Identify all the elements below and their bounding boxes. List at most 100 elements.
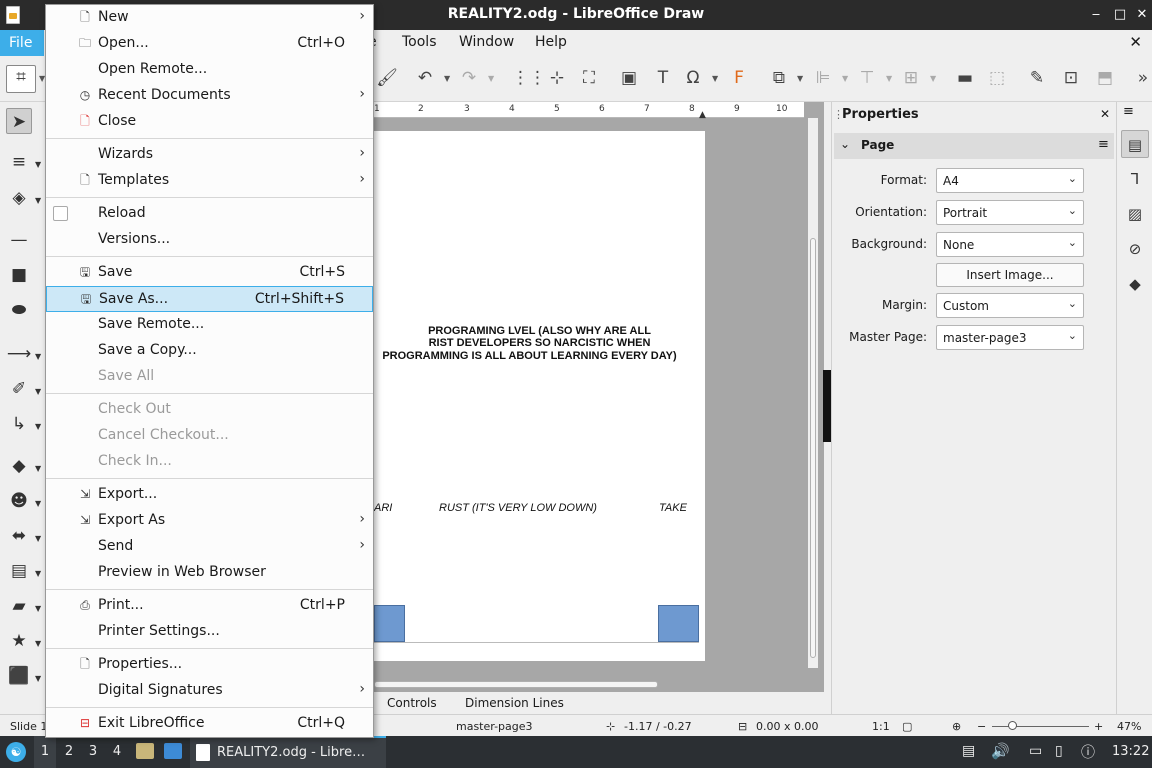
chevron-down-icon[interactable]: ▼ <box>712 75 718 83</box>
menu-item-open[interactable]: 🗀 Open... Ctrl+O <box>46 31 373 57</box>
collapse-chevron-icon[interactable]: ⌄ <box>840 137 850 151</box>
menu-item-recent-documents[interactable]: ◷ Recent Documents › <box>46 83 373 109</box>
chevron-down-icon[interactable]: ▼ <box>35 387 41 396</box>
line-icon[interactable]: — <box>6 227 32 253</box>
zoom-level[interactable]: 47% <box>1117 720 1141 733</box>
tab-controls[interactable]: Controls <box>387 696 437 710</box>
zoom-slider-track[interactable] <box>992 726 1089 727</box>
grid-icon[interactable]: ⋮⋮ <box>512 67 546 89</box>
sidebar-menu-icon[interactable]: ≡ <box>1123 104 1134 119</box>
menu-item-digital-signatures[interactable]: Digital Signatures › <box>46 678 373 704</box>
menu-item-open-remote[interactable]: Open Remote... <box>46 57 373 83</box>
helplines-icon[interactable]: ⊹ <box>546 67 568 89</box>
network-icon[interactable]: ▭ <box>1029 743 1042 759</box>
menu-item-properties[interactable]: 🗋 Properties... <box>46 652 373 678</box>
stars-icon[interactable]: ★ <box>6 628 32 654</box>
rectangle-icon[interactable]: ■ <box>6 262 32 288</box>
redo-icon[interactable]: ↷ <box>458 67 480 89</box>
menu-item-printer-settings[interactable]: Printer Settings... <box>46 619 373 645</box>
menu-item-send[interactable]: Send › <box>46 534 373 560</box>
maximize-button[interactable]: □ <box>1110 5 1130 25</box>
menu-item-versions[interactable]: Versions... <box>46 227 373 253</box>
drawing-page[interactable]: PROGRAMING LVEL (ALSO WHY ARE ALL RIST D… <box>374 131 705 661</box>
chevron-down-icon[interactable]: ▼ <box>35 422 41 431</box>
text-box-icon[interactable]: T <box>652 67 674 89</box>
chevron-down-icon[interactable]: ▼ <box>35 569 41 578</box>
chevron-down-icon[interactable]: ▼ <box>35 464 41 473</box>
clock[interactable]: 13:22 <box>1112 744 1149 759</box>
menu-item-save[interactable]: 🖫 Save Ctrl+S <box>46 260 373 286</box>
page-section-header[interactable]: ⌄ Page ≡ <box>834 133 1114 159</box>
sidebar-collapse-handle[interactable] <box>823 370 831 442</box>
clipboard-icon[interactable]: ▤ <box>962 743 975 759</box>
menu-item-print[interactable]: ⎙ Print... Ctrl+P <box>46 593 373 619</box>
page-heading-line[interactable]: PROGRAMMING IS ALL ABOUT LEARNING EVERY … <box>364 350 695 362</box>
image-icon[interactable]: ▣ <box>618 67 640 89</box>
menu-item-check-out[interactable]: Check Out <box>46 397 373 423</box>
arrange-icon[interactable]: ⊤ <box>856 67 878 89</box>
zoom-in-button[interactable]: + <box>1094 720 1103 733</box>
orientation-select[interactable]: Portrait ⌄ <box>936 200 1084 225</box>
section-menu-icon[interactable]: ≡ <box>1098 137 1109 152</box>
fontwork-icon[interactable]: F <box>728 67 750 89</box>
chevron-down-icon[interactable]: ▼ <box>842 75 848 83</box>
file-manager-icon[interactable] <box>136 743 154 759</box>
glue-points-icon[interactable]: ⊡ <box>1060 67 1082 89</box>
tab-dimension-lines[interactable]: Dimension Lines <box>465 696 564 710</box>
page-label[interactable]: RUST (IT'S VERY LOW DOWN) <box>439 502 597 514</box>
blue-rectangle-shape[interactable] <box>374 605 405 642</box>
horizontal-ruler[interactable]: 1 2 3 4 5 6 7 8 9 10 ▲ <box>374 102 804 120</box>
blue-rectangle-shape[interactable] <box>658 605 699 642</box>
page-label[interactable]: ARI <box>374 502 392 514</box>
page-heading-line[interactable]: RIST DEVELOPERS SO NARCISTIC WHEN <box>374 337 705 349</box>
undo-icon[interactable]: ↶ <box>414 67 436 89</box>
properties-deck-icon[interactable]: ▤ <box>1121 130 1149 158</box>
menu-item-export-as[interactable]: ⇲ Export As › <box>46 508 373 534</box>
symbol-shapes-icon[interactable]: ☻ <box>6 488 32 514</box>
zoom-out-button[interactable]: − <box>977 720 986 733</box>
chevron-down-icon[interactable]: ▼ <box>35 639 41 648</box>
page-label[interactable]: TAKE <box>659 502 687 514</box>
start-menu-icon[interactable]: ☯ <box>6 742 26 762</box>
arrow-line-icon[interactable]: ⟶ <box>6 341 32 367</box>
chevron-down-icon[interactable]: ▼ <box>488 75 494 83</box>
menu-item-reload[interactable]: Reload <box>46 201 373 227</box>
workspace-3[interactable]: 3 <box>84 744 102 759</box>
menu-item-save-remote[interactable]: Save Remote... <box>46 312 373 338</box>
menu-item-save-all[interactable]: Save All <box>46 364 373 390</box>
transformations-tool-icon[interactable]: ⧉ <box>768 67 790 89</box>
chevron-down-icon[interactable]: ▼ <box>444 75 450 83</box>
gallery-deck-icon[interactable]: ▨ <box>1121 200 1149 228</box>
workspace-1[interactable]: 1 <box>36 744 54 759</box>
document-modified-icon[interactable]: ▢ <box>902 720 912 733</box>
menu-window[interactable]: Window <box>459 34 514 50</box>
special-character-icon[interactable]: Ω <box>682 67 704 89</box>
transformations-icon[interactable]: ⌗ <box>6 65 36 93</box>
master-page-select[interactable]: master-page3 ⌄ <box>936 325 1084 350</box>
close-window-button[interactable]: ✕ <box>1132 5 1152 25</box>
chevron-down-icon[interactable]: ▼ <box>797 75 803 83</box>
menu-item-exit-libreoffice[interactable]: ⊟ Exit LibreOffice Ctrl+Q <box>46 711 373 737</box>
scrollbar-thumb[interactable] <box>374 681 658 688</box>
chevron-down-icon[interactable]: ▼ <box>930 75 936 83</box>
ruler-margin-marker-icon[interactable]: ▲ <box>699 110 706 120</box>
workspace-2[interactable]: 2 <box>60 744 78 759</box>
menu-item-check-in[interactable]: Check In... <box>46 449 373 475</box>
chevron-down-icon[interactable]: ▼ <box>35 352 41 361</box>
scrollbar-thumb[interactable] <box>810 238 816 658</box>
chevron-down-icon[interactable]: ▼ <box>35 160 41 169</box>
zoom-slider-handle[interactable] <box>1008 721 1017 730</box>
menu-item-templates[interactable]: 🗋 Templates › <box>46 168 373 194</box>
align-icon[interactable]: ⊫ <box>812 67 834 89</box>
menu-item-export[interactable]: ⇲ Export... <box>46 482 373 508</box>
zoom-page-icon[interactable]: ⛶ <box>578 67 600 89</box>
workspace-4[interactable]: 4 <box>108 744 126 759</box>
volume-icon[interactable]: 🔊 <box>991 742 1010 760</box>
minimize-button[interactable]: ‒ <box>1086 5 1106 25</box>
close-document-icon[interactable]: ✕ <box>1129 33 1142 51</box>
3d-objects-icon[interactable]: ⬛ <box>6 663 32 689</box>
insert-image-button[interactable]: Insert Image... <box>936 263 1084 287</box>
chevron-down-icon[interactable]: ▼ <box>35 604 41 613</box>
chevron-down-icon[interactable]: ▼ <box>35 674 41 683</box>
select-icon[interactable]: ➤ <box>6 108 32 134</box>
